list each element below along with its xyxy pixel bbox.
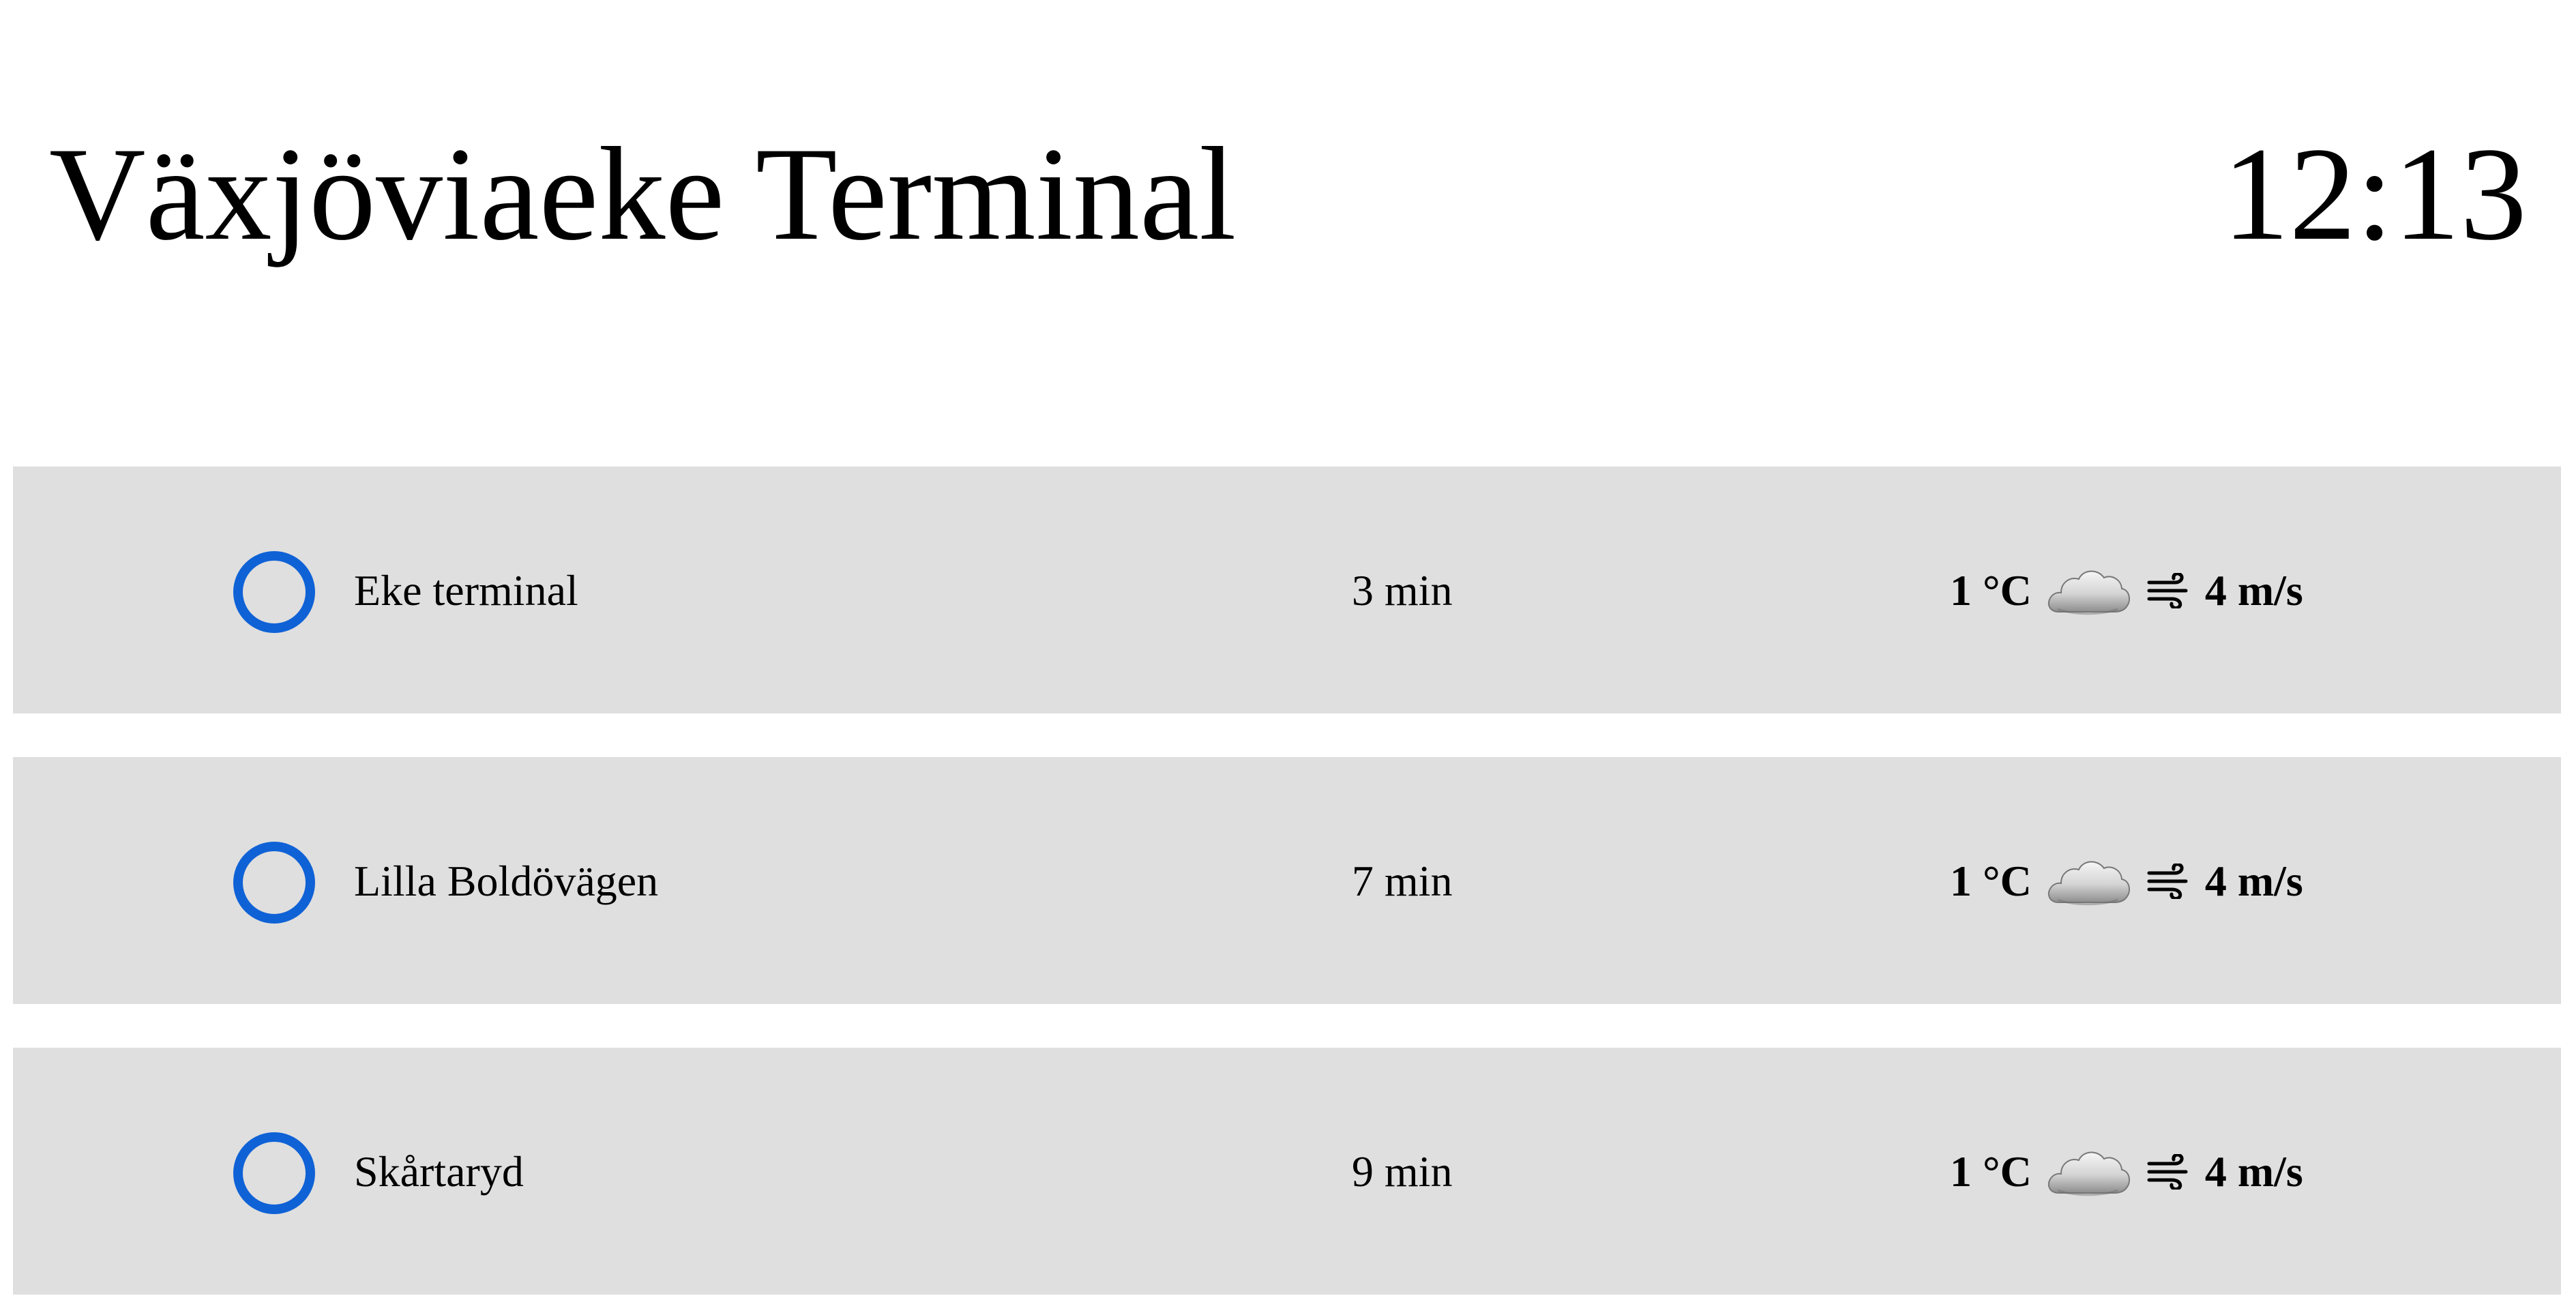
stop-name: Eke terminal [354,566,578,615]
stop-marker-icon [233,551,315,633]
stop-name: Lilla Boldövägen [354,857,659,905]
stop-name: Skårtaryd [354,1147,524,1196]
weather-summary: 1 °C 4 m/s [1950,1138,2303,1206]
stop-row: Skårtaryd 9 min 1 °C 4 m/s [13,1048,2561,1295]
wind-icon [2147,573,2188,608]
weather-summary: 1 °C 4 m/s [1950,557,2303,625]
stop-time: 3 min [1352,566,1453,615]
station-title: Växjöviaeke Terminal [49,120,1237,268]
cloud-icon [2047,570,2130,615]
wind-icon [2147,864,2188,899]
cloud-icon [2047,861,2130,906]
stop-marker-icon [233,842,315,924]
weather-summary: 1 °C 4 m/s [1950,847,2303,915]
stop-marker-icon [233,1132,315,1214]
wind-speed: 4 m/s [2204,857,2303,905]
stop-row: Eke terminal 3 min 1 °C 4 m/s [13,467,2561,713]
board-header: Växjöviaeke Terminal 12:13 [0,0,2576,409]
temperature: 1 °C [1950,566,2032,615]
cloud-icon [2047,1151,2130,1196]
stop-row: Lilla Boldövägen 7 min 1 °C 4 m/s [13,757,2561,1004]
wind-speed: 4 m/s [2204,566,2303,615]
stop-time: 7 min [1352,857,1453,905]
departure-board: Växjöviaeke Terminal 12:13 Eke terminal … [0,0,2576,1313]
stop-list: Eke terminal 3 min 1 °C 4 m/s Lilla Bold… [13,467,2561,1295]
clock: 12:13 [2222,120,2527,268]
stop-time: 9 min [1352,1147,1453,1196]
temperature: 1 °C [1950,1147,2032,1196]
wind-speed: 4 m/s [2204,1147,2303,1196]
wind-icon [2147,1154,2188,1190]
temperature: 1 °C [1950,857,2032,905]
